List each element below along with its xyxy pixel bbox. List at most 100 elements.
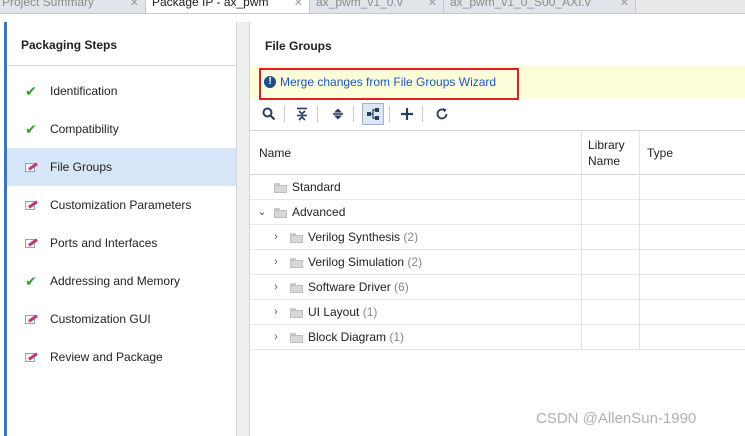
step-addressing-and-memory[interactable]: ✔ Addressing and Memory [7, 262, 236, 300]
close-icon[interactable]: ✕ [620, 0, 629, 11]
folder-icon [290, 308, 303, 318]
row-name: Advanced [292, 205, 346, 219]
file-groups-table: Name Library Name Type Standard ⌄ Advanc… [250, 130, 745, 436]
folder-icon [274, 183, 287, 193]
edit-icon [23, 224, 39, 262]
toolbar-divider [317, 106, 318, 122]
edit-icon [23, 338, 39, 376]
row-name: Software Driver (6) [308, 275, 409, 300]
folder-icon [274, 208, 287, 218]
step-label: Ports and Interfaces [50, 236, 158, 250]
folder-icon [290, 283, 303, 293]
row-name: Standard [292, 180, 341, 194]
step-label: Addressing and Memory [50, 274, 181, 288]
check-icon: ✔ [25, 83, 37, 99]
step-customization-gui[interactable]: Customization GUI [7, 300, 236, 338]
expand-all-icon[interactable] [327, 103, 349, 125]
row-label: Block Diagram [308, 330, 387, 344]
editor-tab-bar: Project Summary ✕ Package IP - ax_pwm ✕ … [0, 0, 745, 14]
refresh-icon[interactable] [431, 103, 453, 125]
hierarchy-icon[interactable] [362, 103, 384, 125]
column-header-type[interactable]: Type [647, 131, 673, 175]
check-icon: ✔ [25, 273, 37, 289]
chevron-right-icon[interactable]: › [270, 325, 282, 350]
add-icon[interactable] [396, 103, 418, 125]
step-label: Review and Package [50, 350, 163, 364]
step-identification[interactable]: ✔ Identification [7, 72, 236, 110]
file-groups-panel: File Groups ! Merge changes from File Gr… [249, 22, 745, 436]
watermark: CSDN @AllenSun-1990 [536, 410, 697, 427]
row-label: UI Layout [308, 305, 360, 319]
chevron-down-icon[interactable]: ⌄ [256, 200, 268, 225]
tab-label: ax_pwm_v1_0_S00_AXI.v [450, 0, 591, 9]
chevron-right-icon[interactable]: › [270, 275, 282, 300]
step-file-groups[interactable]: File Groups [7, 148, 236, 186]
step-label: Customization Parameters [50, 198, 192, 212]
row-label: Verilog Synthesis [308, 230, 401, 244]
row-name: Verilog Simulation (2) [308, 250, 422, 275]
row-label: Software Driver [308, 280, 391, 294]
step-ports-and-interfaces[interactable]: Ports and Interfaces [7, 224, 236, 262]
column-divider [581, 131, 582, 350]
step-compatibility[interactable]: ✔ Compatibility [7, 110, 236, 148]
close-icon[interactable]: ✕ [130, 0, 139, 11]
toolbar-divider [422, 106, 423, 122]
page-title: File Groups [265, 39, 332, 53]
folder-icon [290, 333, 303, 343]
tab-label: Project Summary [2, 0, 95, 9]
toolbar-divider [353, 106, 354, 122]
packaging-steps-panel: Packaging Steps ✔ Identification ✔ Compa… [4, 22, 237, 436]
row-name: Verilog Synthesis (2) [308, 225, 418, 250]
row-name: UI Layout (1) [308, 300, 377, 325]
step-customization-parameters[interactable]: Customization Parameters [7, 186, 236, 224]
search-icon[interactable] [258, 103, 280, 125]
panel-title: Packaging Steps [7, 22, 236, 66]
tab-ax-pwm-v1-0[interactable]: ax_pwm_v1_0.v ✕ [310, 0, 444, 13]
tab-label: ax_pwm_v1_0.v [316, 0, 403, 9]
close-icon[interactable]: ✕ [428, 0, 437, 11]
file-count: (6) [394, 280, 409, 294]
info-icon: ! [264, 76, 276, 88]
tab-package-ip[interactable]: Package IP - ax_pwm ✕ [146, 0, 310, 13]
column-header-library-name[interactable]: Library Name [588, 131, 638, 175]
step-review-and-package[interactable]: Review and Package [7, 338, 236, 376]
edit-icon [23, 300, 39, 338]
table-header: Name Library Name Type [250, 131, 745, 175]
tab-label: Package IP - ax_pwm [152, 0, 269, 9]
toolbar-divider [284, 106, 285, 122]
table-row[interactable]: › Software Driver (6) [250, 275, 745, 300]
folder-icon [290, 233, 303, 243]
file-count: (1) [362, 305, 378, 319]
toolbar [250, 102, 745, 126]
chevron-right-icon[interactable]: › [270, 225, 282, 250]
column-header-name[interactable]: Name [259, 131, 291, 175]
file-count: (1) [389, 330, 405, 344]
panel-splitter[interactable] [237, 22, 249, 436]
chevron-right-icon[interactable]: › [270, 300, 282, 325]
step-label: Identification [50, 84, 118, 98]
merge-changes-link[interactable]: Merge changes from File Groups Wizard [280, 75, 496, 89]
row-label: Verilog Simulation [308, 255, 405, 269]
edit-icon [23, 186, 39, 224]
table-row[interactable]: Standard [250, 175, 745, 200]
collapse-all-icon[interactable] [291, 103, 313, 125]
file-count: (2) [403, 230, 419, 244]
toolbar-divider [389, 106, 390, 122]
table-row[interactable]: › Block Diagram (1) [250, 325, 745, 350]
step-label: File Groups [50, 160, 113, 174]
row-name: Block Diagram (1) [308, 325, 404, 350]
step-label: Compatibility [50, 122, 119, 136]
folder-icon [290, 258, 303, 268]
tab-ax-pwm-s00-axi[interactable]: ax_pwm_v1_0_S00_AXI.v ✕ [444, 0, 636, 13]
table-row[interactable]: › UI Layout (1) [250, 300, 745, 325]
table-row[interactable]: › Verilog Simulation (2) [250, 250, 745, 275]
close-icon[interactable]: ✕ [294, 0, 303, 11]
file-count: (2) [407, 255, 423, 269]
edit-icon [23, 148, 39, 186]
chevron-right-icon[interactable]: › [270, 250, 282, 275]
table-row[interactable]: › Verilog Synthesis (2) [250, 225, 745, 250]
tab-project-summary[interactable]: Project Summary ✕ [0, 0, 146, 13]
step-label: Customization GUI [50, 312, 151, 326]
table-row[interactable]: ⌄ Advanced [250, 200, 745, 225]
column-divider [639, 131, 640, 350]
